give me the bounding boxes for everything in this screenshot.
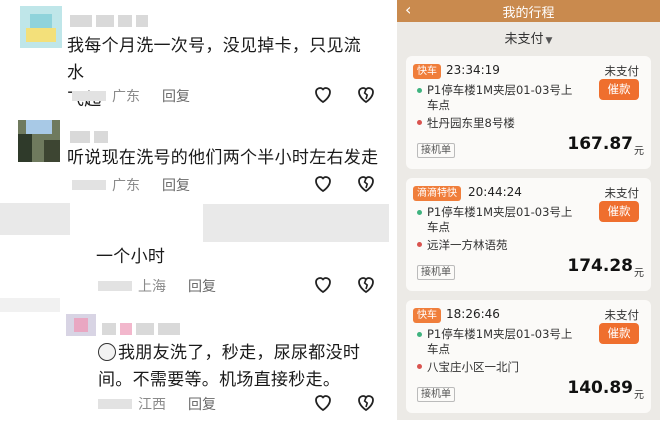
order-price: 140.89 — [567, 378, 633, 398]
order-status: 未支付 — [604, 64, 640, 78]
ride-type-tag: 快车 — [413, 308, 441, 323]
caret-down-icon: ▼ — [545, 36, 553, 46]
order-time: 18:26:46 — [446, 307, 500, 321]
timestamp-redacted — [98, 281, 132, 291]
heart-icon[interactable] — [311, 171, 335, 195]
location-label: 上海 — [138, 279, 166, 295]
cat-emoji-icon — [98, 343, 116, 361]
order-status: 未支付 — [604, 308, 640, 322]
dropoff-dot-icon — [417, 120, 422, 125]
price-unit: 元 — [634, 146, 644, 157]
broken-heart-icon[interactable] — [354, 82, 378, 106]
location-label: 广东 — [112, 178, 140, 194]
comment-text: 听说现在洗号的他们两个半小时左右发走 — [67, 148, 379, 168]
comment-meta: 广东 回复 — [72, 175, 190, 195]
order-badge: 接机单 — [417, 387, 455, 402]
dropoff-dot-icon — [417, 242, 422, 247]
order-card[interactable]: 快车 23:34:19 未支付 P1停车楼1M夹层01-03号上车点 牡丹园东里… — [406, 56, 651, 169]
avatar[interactable] — [18, 120, 60, 162]
heart-icon[interactable] — [311, 272, 335, 296]
timestamp-redacted — [72, 91, 106, 101]
redacted-content — [0, 203, 70, 235]
dropoff-address: 牡丹园东里8号楼 — [427, 116, 515, 130]
order-time: 23:34:19 — [446, 63, 500, 77]
timestamp-redacted — [98, 399, 132, 409]
order-price: 174.28 — [567, 256, 633, 276]
reply-button[interactable]: 回复 — [162, 175, 190, 195]
phone-screenshot: ‹ 我的行程 未支付 ▼ 快车 23:34:19 未支付 P1停车楼1M夹层01-… — [397, 0, 660, 420]
username-redacted[interactable] — [70, 128, 112, 143]
dropoff-dot-icon — [417, 364, 422, 369]
title-bar: ‹ 我的行程 — [397, 0, 660, 22]
status-filter-label: 未支付 — [504, 32, 544, 47]
pickup-dot-icon — [417, 88, 422, 93]
avatar[interactable] — [66, 314, 96, 336]
heart-icon[interactable] — [311, 390, 335, 414]
comment-text: 一个小时 — [96, 247, 166, 267]
reply-button[interactable]: 回复 — [188, 276, 216, 296]
order-status: 未支付 — [604, 186, 640, 200]
pickup-address: P1停车楼1M夹层01-03号上车点 — [427, 83, 573, 112]
comment-meta: 上海 回复 — [98, 276, 216, 296]
pickup-address: P1停车楼1M夹层01-03号上车点 — [427, 327, 573, 356]
pickup-dot-icon — [417, 210, 422, 215]
broken-heart-icon[interactable] — [354, 390, 378, 414]
ride-type-tag: 滴滴特快 — [413, 186, 461, 201]
reply-button[interactable]: 回复 — [188, 394, 216, 414]
ride-type-tag: 快车 — [413, 64, 441, 79]
urge-payment-button[interactable]: 催款 — [599, 201, 639, 222]
pickup-address: P1停车楼1M夹层01-03号上车点 — [427, 205, 573, 234]
comment-item: 听说现在洗号的他们两个半小时左右发走 广东 回复 — [0, 112, 392, 202]
page-title: 我的行程 — [502, 6, 555, 21]
order-badge: 接机单 — [417, 143, 455, 158]
timestamp-redacted — [72, 180, 106, 190]
price-unit: 元 — [634, 268, 644, 279]
comment-list: 我每个月洗一次号，没见掉卡，只见流水 飞起 广东 回复 听说现在洗号的他们两个半… — [0, 0, 392, 423]
status-filter[interactable]: 未支付 ▼ — [397, 28, 660, 47]
username-redacted[interactable] — [102, 320, 184, 335]
comment-item: 我朋友洗了，秒走，尿尿都没时 间。不需要等。机场直接秒走。 江西 回复 — [0, 310, 392, 423]
urge-payment-button[interactable]: 催款 — [599, 79, 639, 100]
comment-item: 一个小时 上海 回复 — [0, 236, 392, 306]
location-label: 广东 — [112, 89, 140, 105]
broken-heart-icon[interactable] — [354, 171, 378, 195]
broken-heart-icon[interactable] — [354, 272, 378, 296]
dropoff-address: 远洋一方林语苑 — [427, 238, 508, 252]
price-unit: 元 — [634, 390, 644, 401]
pickup-dot-icon — [417, 332, 422, 337]
reply-button[interactable]: 回复 — [162, 86, 190, 106]
order-card[interactable]: 滴滴特快 20:44:24 未支付 P1停车楼1M夹层01-03号上车点 远洋一… — [406, 178, 651, 291]
order-time: 20:44:24 — [468, 185, 522, 199]
comment-meta: 江西 回复 — [98, 394, 216, 414]
order-price: 167.87 — [567, 134, 633, 154]
avatar[interactable] — [20, 6, 62, 48]
order-card[interactable]: 快车 18:26:46 未支付 P1停车楼1M夹层01-03号上车点 八宝庄小区… — [406, 300, 651, 413]
order-badge: 接机单 — [417, 265, 455, 280]
heart-icon[interactable] — [311, 82, 335, 106]
location-label: 江西 — [138, 397, 166, 413]
comment-text: 我朋友洗了，秒走，尿尿都没时 间。不需要等。机场直接秒走。 — [98, 343, 361, 390]
comment-item: 我每个月洗一次号，没见掉卡，只见流水 飞起 广东 回复 — [0, 0, 392, 112]
dropoff-address: 八宝庄小区一北门 — [427, 360, 519, 374]
username-redacted[interactable] — [70, 12, 152, 27]
urge-payment-button[interactable]: 催款 — [599, 323, 639, 344]
comment-meta: 广东 回复 — [72, 86, 190, 106]
